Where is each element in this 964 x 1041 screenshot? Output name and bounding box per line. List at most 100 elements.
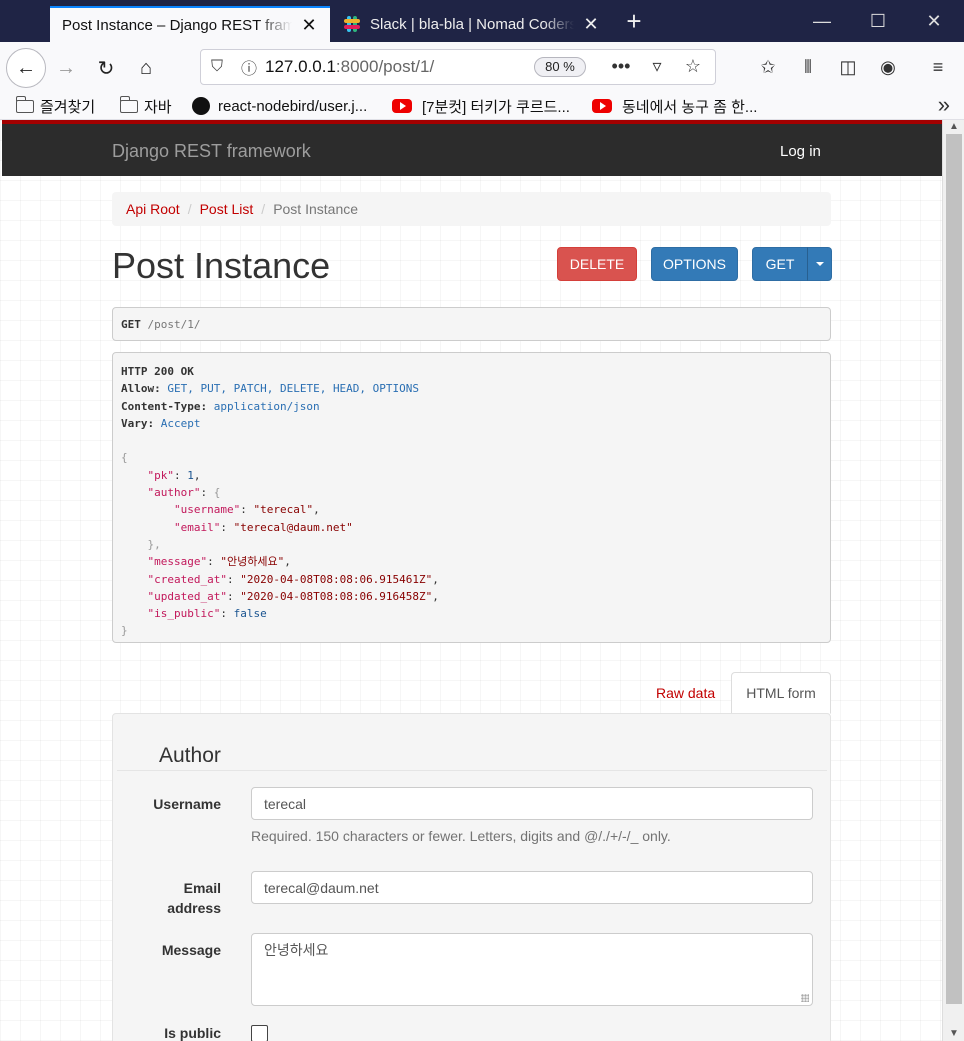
youtube-icon xyxy=(592,99,612,113)
json-username: "terecal" xyxy=(253,503,314,517)
header-value: application/json xyxy=(213,399,320,413)
bookmark-item[interactable]: react-nodebird/user.j... xyxy=(192,95,367,117)
header-value: GET, PUT, PATCH, DELETE, HEAD, OPTIONS xyxy=(167,382,420,396)
bookmark-item[interactable]: 즐겨찾기 xyxy=(15,95,96,117)
close-tab-icon[interactable]: ✕ xyxy=(582,14,600,35)
page-actions-icon[interactable]: ••• xyxy=(607,56,635,77)
bookmark-item[interactable]: 동네에서 농구 좀 한... xyxy=(592,95,757,117)
tab-post-instance[interactable]: Post Instance – Django REST framework ✕ xyxy=(50,6,330,42)
breadcrumb-api-root[interactable]: Api Root xyxy=(126,201,180,217)
site-info-icon[interactable]: ⓘ xyxy=(233,55,265,79)
browser-toolbar: ← → ↻ ⌂ ⛉ ⓘ 127.0.0.1:8000/post/1/ 80 % … xyxy=(0,42,964,92)
page-title: Post Instance xyxy=(112,245,331,286)
response-info: HTTP 200 OK Allow: GET, PUT, PATCH, DELE… xyxy=(112,352,831,643)
zoom-level[interactable]: 80 % xyxy=(534,57,586,77)
is-public-label: Is public xyxy=(164,1025,221,1041)
bookmark-star-icon[interactable]: ☆ xyxy=(679,56,707,77)
request-path: /post/1/ xyxy=(147,318,201,331)
tracking-shield-icon[interactable]: ⛉ xyxy=(201,58,233,76)
page-viewport: Django REST framework Log in Api Root / … xyxy=(0,120,942,1041)
youtube-icon xyxy=(392,99,412,113)
json-updated-at: "2020-04-08T08:08:06.916458Z" xyxy=(240,589,433,603)
bookmarks-toolbar-icon[interactable]: ✩ xyxy=(754,54,782,82)
email-input[interactable] xyxy=(251,871,813,904)
delete-button[interactable]: DELETE xyxy=(557,247,637,281)
resize-handle[interactable] xyxy=(801,994,809,1002)
header-value: Accept xyxy=(160,416,201,430)
reload-icon[interactable]: ↻ xyxy=(86,48,126,88)
bookmark-item[interactable]: [7분컷] 터키가 쿠르드... xyxy=(392,95,570,117)
message-value: 안녕하세요 xyxy=(264,943,329,959)
back-icon[interactable]: ← xyxy=(6,48,46,88)
form-tabs: Raw data HTML form xyxy=(644,672,831,714)
tab-raw-data[interactable]: Raw data xyxy=(644,672,731,714)
message-label: Message xyxy=(161,942,221,958)
bookmark-label: react-nodebird/user.j... xyxy=(218,97,368,115)
tab-html-form[interactable]: HTML form xyxy=(731,672,831,714)
username-help-text: Required. 150 characters or fewer. Lette… xyxy=(251,828,671,844)
email-label: Email address xyxy=(167,880,221,916)
pocket-icon[interactable]: ▿ xyxy=(643,56,671,77)
new-tab-icon[interactable]: + xyxy=(622,6,646,38)
folder-icon xyxy=(15,95,34,113)
breadcrumb-separator: / xyxy=(187,201,192,217)
github-icon xyxy=(192,97,210,115)
response-status: HTTP 200 OK xyxy=(121,365,194,378)
caret-down-icon xyxy=(815,262,824,266)
breadcrumb-separator: / xyxy=(261,201,266,217)
drf-navbar: Django REST framework Log in xyxy=(2,124,942,176)
json-created-at: "2020-04-08T08:08:06.915461Z" xyxy=(240,572,433,586)
get-button[interactable]: GET xyxy=(752,247,808,281)
json-message: "안녕하세요" xyxy=(220,555,285,569)
drf-brand-link[interactable]: Django REST framework xyxy=(112,141,311,162)
is-public-checkbox[interactable] xyxy=(251,1025,268,1041)
close-tab-icon[interactable]: ✕ xyxy=(300,15,318,36)
bookmark-item[interactable]: 자바 xyxy=(119,95,172,117)
scroll-down-icon[interactable]: ▼ xyxy=(943,1027,964,1041)
account-icon[interactable]: ◉ xyxy=(874,54,902,82)
json-author-key: "author" xyxy=(147,486,201,500)
get-format-dropdown[interactable] xyxy=(807,247,832,281)
url-host: 127.0.0.1 xyxy=(265,57,336,76)
bookmarks-bar: 즐겨찾기 자바 react-nodebird/user.j... [7분컷] 터… xyxy=(0,92,964,120)
login-link[interactable]: Log in xyxy=(780,143,821,160)
bookmark-label: 자바 xyxy=(144,98,172,116)
forward-icon[interactable]: → xyxy=(46,48,86,88)
slack-icon xyxy=(344,16,360,32)
home-icon[interactable]: ⌂ xyxy=(126,48,166,88)
json-email: "terecal@daum.net" xyxy=(233,520,353,534)
json-username-key: "username" xyxy=(173,503,241,517)
url-bar[interactable]: ⛉ ⓘ 127.0.0.1:8000/post/1/ 80 % ••• ▿ ☆ xyxy=(200,49,716,85)
more-bookmarks-icon[interactable]: » xyxy=(938,92,950,118)
json-is-public: false xyxy=(233,607,267,621)
tab-title: Post Instance – Django REST framework xyxy=(62,16,292,34)
sidebar-icon[interactable]: ◫ xyxy=(834,54,862,82)
fieldset-legend: Author xyxy=(159,744,221,767)
json-email-key: "email" xyxy=(173,520,221,534)
json-pk: 1 xyxy=(187,468,194,482)
message-textarea[interactable]: 안녕하세요 xyxy=(251,933,813,1006)
breadcrumb-post-list[interactable]: Post List xyxy=(200,201,254,217)
scroll-up-icon[interactable]: ▲ xyxy=(943,120,964,134)
header-name: Vary: xyxy=(121,416,155,430)
library-icon[interactable]: ⫴ xyxy=(794,54,822,82)
folder-icon xyxy=(119,95,138,113)
username-label: Username xyxy=(153,796,221,812)
html-form: Author Username Required. 150 characters… xyxy=(112,713,831,1041)
window-close-icon[interactable]: ✕ xyxy=(906,8,962,36)
maximize-icon[interactable]: ☐ xyxy=(850,8,906,36)
header-name: Content-Type: xyxy=(121,399,208,413)
bookmark-label: 즐겨찾기 xyxy=(40,98,96,116)
menu-icon[interactable]: ≡ xyxy=(924,54,952,82)
breadcrumb-current: Post Instance xyxy=(273,201,359,217)
minimize-icon[interactable]: — xyxy=(794,8,850,36)
tab-title: Slack | bla-bla | Nomad Coders xyxy=(370,15,574,33)
username-input[interactable] xyxy=(251,787,813,820)
page-scrollbar[interactable]: ▲ ▼ xyxy=(942,120,964,1041)
tab-slack[interactable]: Slack | bla-bla | Nomad Coders ✕ xyxy=(332,6,612,42)
header-name: Allow: xyxy=(121,382,161,396)
options-button[interactable]: OPTIONS xyxy=(651,247,738,281)
legend-divider xyxy=(117,770,827,771)
scrollbar-thumb[interactable] xyxy=(946,134,962,1004)
bookmark-label: [7분컷] 터키가 쿠르드... xyxy=(422,98,570,116)
